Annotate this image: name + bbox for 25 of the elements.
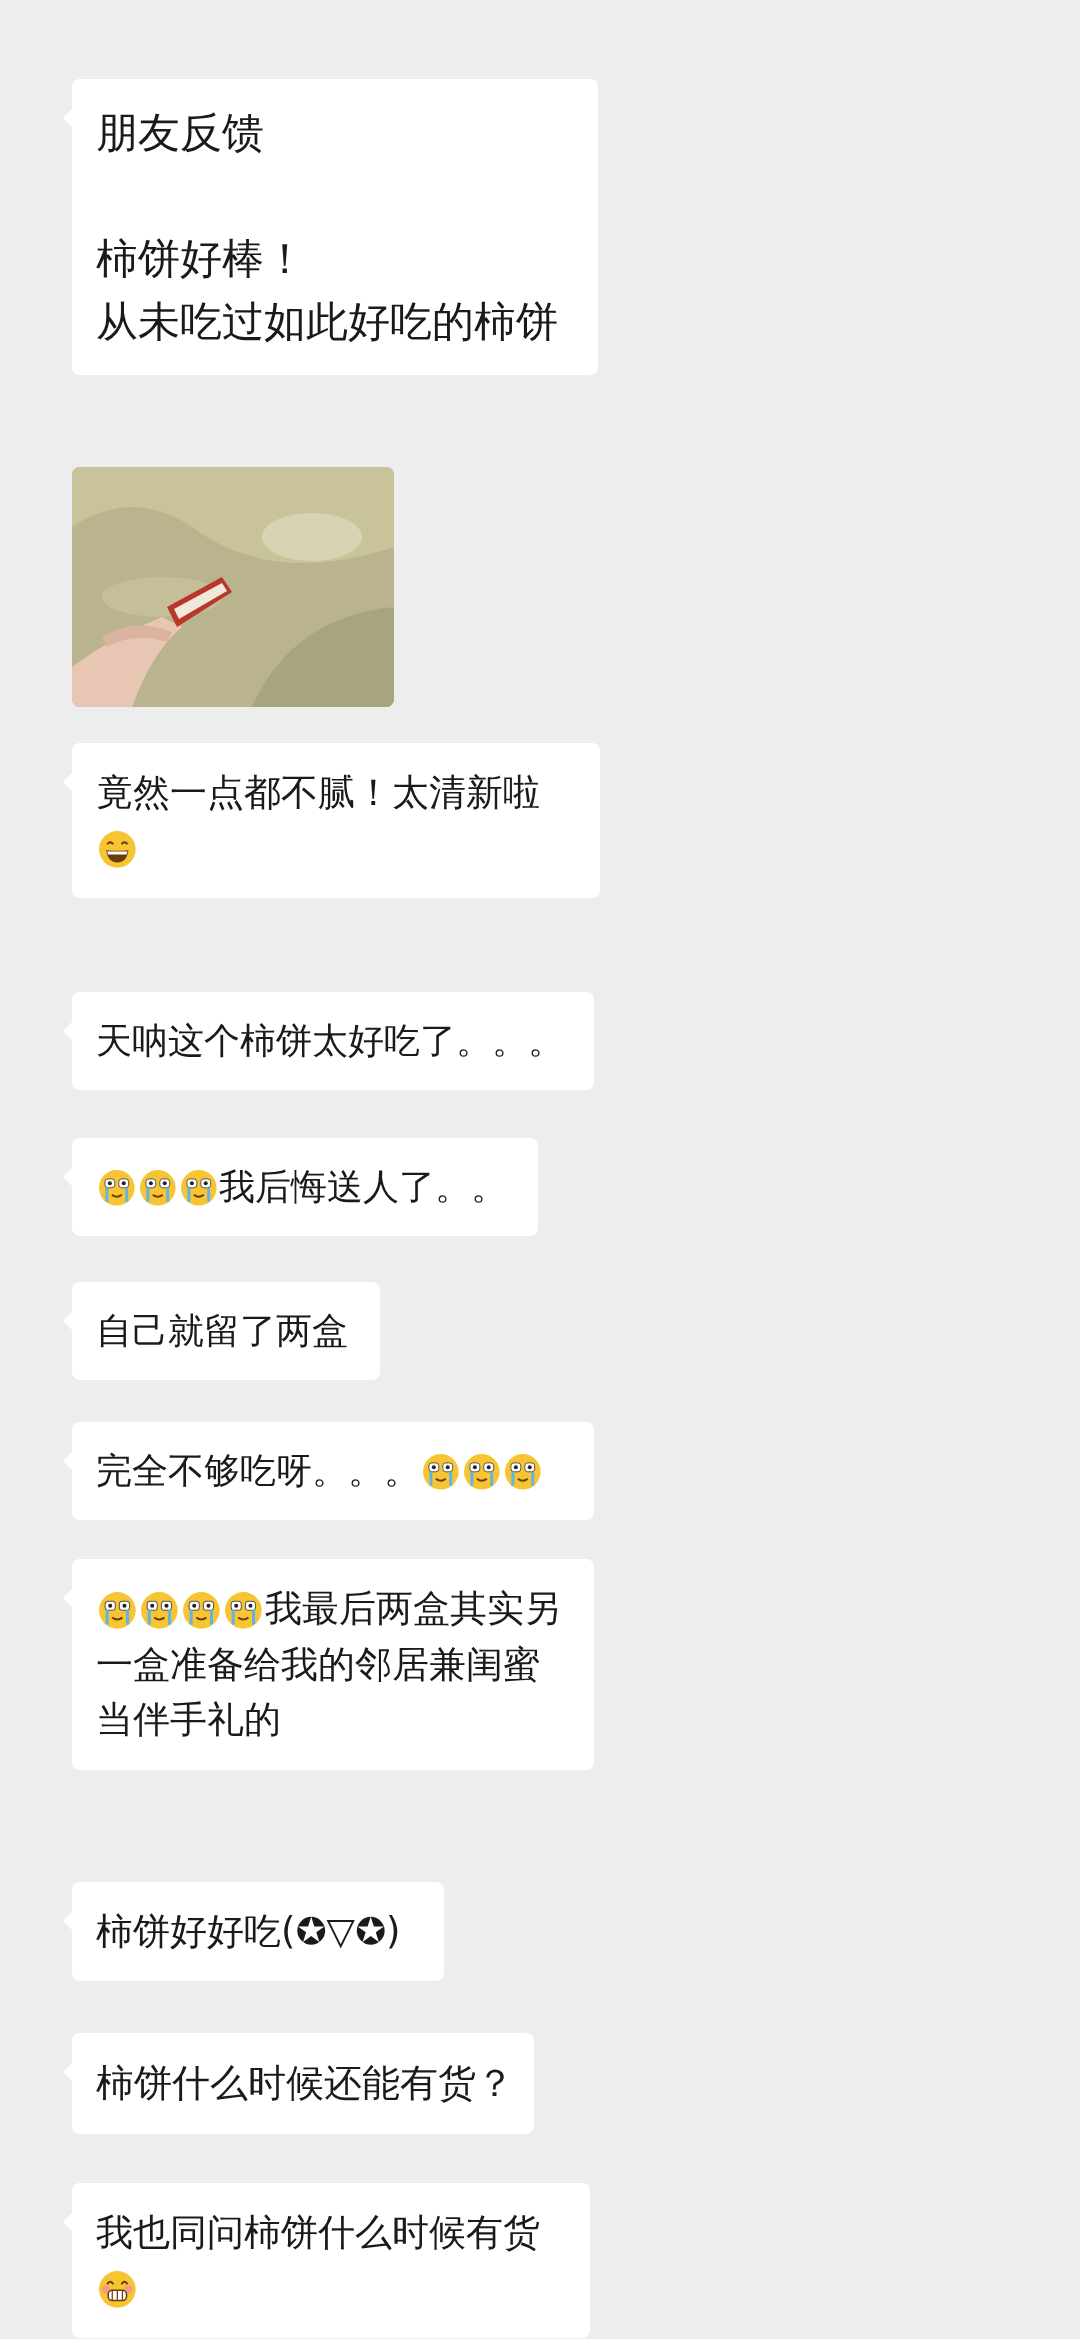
grinning-face-icon xyxy=(96,829,138,870)
message-text: 一盒准备给我的邻居兼闺蜜当伴手礼的 xyxy=(96,1641,541,1743)
message-text: 柿饼好棒！ xyxy=(96,233,306,285)
crying-face-icon xyxy=(223,1589,264,1631)
message-text: 柿饼好好吃(✪▽✪) xyxy=(96,1909,401,1953)
message-text: 我最后两盒其实另 xyxy=(264,1587,561,1630)
crying-face-icon xyxy=(181,1589,222,1631)
message-text: 我也同问柿饼什么时候有货 xyxy=(96,2211,540,2254)
crying-face-icon xyxy=(96,1168,137,1208)
message-text: 自己就留了两盒 xyxy=(96,1310,348,1351)
message-text: 柿饼什么时候还能有货？ xyxy=(96,2061,514,2105)
message-text: 从未吃过如此好吃的柿饼 xyxy=(96,296,558,348)
grimacing-face-icon xyxy=(96,2269,138,2310)
crying-face-icon xyxy=(137,1168,178,1208)
message-text: 竟然一点都不腻！太清新啦 xyxy=(96,771,540,814)
crying-face-icon xyxy=(178,1168,219,1208)
message-text: 天呐这个柿饼太好吃了。。。 xyxy=(96,1020,564,1061)
crying-face-icon xyxy=(461,1452,502,1492)
crying-face-icon xyxy=(96,1589,138,1631)
message-text: 朋友反馈 xyxy=(96,107,264,159)
message-text: 我后悔送人了。。 xyxy=(219,1166,508,1207)
message-text: 完全不够吃呀。。。 xyxy=(96,1450,420,1491)
crying-face-icon xyxy=(502,1452,543,1492)
crying-face-icon xyxy=(138,1589,180,1631)
crying-face-icon xyxy=(420,1452,461,1492)
